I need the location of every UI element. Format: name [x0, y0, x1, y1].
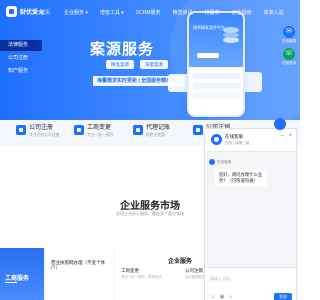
- nav-item-enterprise[interactable]: 企业服务 ▾: [64, 9, 88, 16]
- nav-item-news[interactable]: 精选资讯: [173, 9, 193, 16]
- attach-icon[interactable]: ⌕: [228, 294, 234, 300]
- service-sub: 专业一站一操作: [87, 133, 114, 137]
- hero-title: 案源服务: [90, 41, 155, 58]
- phone-card: [193, 83, 241, 89]
- service-change[interactable]: 工商变更 专业一站一操作: [74, 125, 114, 138]
- nav-item-guide[interactable]: 创业指南: [232, 9, 252, 16]
- nav-item-scrm[interactable]: SCRM服务: [136, 9, 161, 16]
- nav-items: 首页 企业服务 ▾ 增值工具 ▾ SCRM服务 精选资讯 找服务 创业指南 商家…: [40, 9, 284, 16]
- service-company-register[interactable]: 公司注册 专业代办公司注册: [16, 125, 59, 138]
- service-title: 工商变更: [87, 125, 112, 131]
- top-nav: 财优爱火 首页 企业服务 ▾ 增值工具 ▾ SCRM服务 精选资讯 找服务 创业…: [0, 0, 300, 24]
- phone-mockup: 律师精准案件平台: [187, 11, 245, 117]
- bot-avatar: [209, 159, 215, 165]
- card-item-sub: 专业一站一操作，享你无忧: [121, 275, 162, 279]
- float-label-consult: 在线咨询: [282, 61, 296, 65]
- side-menu: 法律服务 公司注册 知产服务: [0, 40, 44, 79]
- page: 财优爱火 首页 企业服务 ▾ 增值工具 ▾ SCRM服务 精选资讯 找服务 创业…: [0, 0, 300, 300]
- chat-icon[interactable]: ✉: [283, 26, 295, 38]
- hero-banner: 财优爱火 首页 企业服务 ▾ 增值工具 ▾ SCRM服务 精选资讯 找服务 创业…: [0, 0, 300, 120]
- service-accounting[interactable]: 代理记账 财税全托管: [133, 125, 170, 138]
- phone-title: 律师精准案件平台: [193, 25, 225, 30]
- close-icon[interactable]: ×: [288, 133, 292, 139]
- service-sub: 财税全托管: [146, 133, 165, 137]
- pill-massive[interactable]: 海量案源: [140, 60, 168, 69]
- chat-agent-name: 在线客服: [225, 134, 243, 139]
- image-icon[interactable]: ▣: [219, 294, 225, 300]
- send-button[interactable]: 发送: [274, 293, 292, 300]
- side-item-legal[interactable]: 法律服务: [0, 40, 42, 51]
- phone-button: [197, 53, 219, 58]
- nav-item-find[interactable]: 找服务: [205, 9, 220, 16]
- chat-window: 在线客服 在线 | 客服二组 – × 在线客服 您好，请问办理什么业务？（可快速…: [204, 128, 297, 300]
- chat-message: 您好，请问办理什么业务？（可快速沟通）: [215, 169, 267, 187]
- nav-item-join[interactable]: 商家入驻: [264, 9, 284, 16]
- service-sub: 专业代办公司注册: [29, 133, 60, 137]
- pill-precise[interactable]: 精准案源: [106, 60, 134, 69]
- database-icon: [223, 27, 239, 45]
- brand-logo[interactable]: 财优爱火: [6, 6, 44, 17]
- nav-item-tools[interactable]: 增值工具 ▾: [100, 9, 124, 16]
- card-license[interactable]: 营业执照网办理（不变个体户）: [46, 248, 113, 300]
- card-business[interactable]: 工商服务: [0, 248, 44, 300]
- phone-card: [193, 93, 241, 99]
- cancel-icon: [193, 125, 203, 135]
- chat-toggle-icon[interactable]: [274, 118, 286, 130]
- building-icon: [16, 125, 26, 135]
- card-item-title[interactable]: 公司注销: [185, 268, 203, 273]
- phone-icon[interactable]: ☏: [283, 48, 295, 60]
- accounting-icon: [133, 125, 143, 135]
- divider: [5, 282, 17, 283]
- logo-icon: [6, 6, 17, 17]
- float-label-service: 在线客服: [282, 39, 296, 43]
- card-item-title[interactable]: 工商变更: [121, 268, 139, 273]
- bot-label: 在线客服: [217, 160, 232, 164]
- card-license-title: 营业执照网办理（不变个体户）: [51, 260, 105, 270]
- emoji-icon[interactable]: ☺: [210, 294, 216, 300]
- chat-header: 在线客服 在线 | 客服二组 – ×: [205, 129, 296, 152]
- service-title: 代理记账: [146, 125, 171, 131]
- side-item-company[interactable]: 公司注册: [0, 53, 44, 64]
- card-business-title: 工商服务: [5, 276, 30, 282]
- nav-item-home[interactable]: 首页: [40, 9, 50, 16]
- chat-input-area[interactable]: 请输入消息... ☺ ▣ ⌕ 发送: [205, 267, 296, 300]
- document-icon: [74, 125, 84, 135]
- service-title: 公司注册: [29, 125, 54, 131]
- agent-avatar: [211, 134, 222, 145]
- minimize-icon[interactable]: –: [281, 133, 284, 139]
- chat-agent-status: 在线 | 客服二组: [225, 141, 250, 145]
- hero-pills: 精准案源 海量案源: [106, 60, 168, 69]
- phone-card: [193, 73, 241, 79]
- chat-input[interactable]: 请输入消息...: [210, 276, 233, 282]
- side-item-ip[interactable]: 知产服务: [0, 66, 44, 77]
- float-toolbar: ✉ 在线客服 ☏ 在线咨询: [280, 26, 298, 70]
